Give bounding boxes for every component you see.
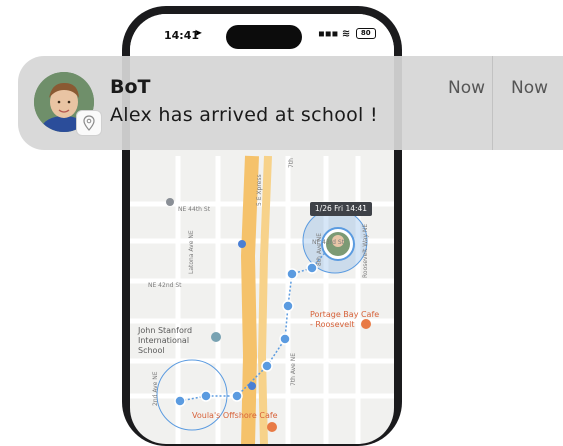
signal-icon: ▪▪▪ bbox=[318, 28, 339, 40]
poi-portage-bay-cafe[interactable]: Portage Bay Cafe - Roosevelt bbox=[310, 310, 382, 330]
push-notification[interactable]: BoT Alex has arrived at school ! Now Now bbox=[18, 56, 563, 150]
freeway-shield bbox=[248, 382, 256, 390]
poi-voulas-offshore-cafe[interactable]: Voula's Offshore Cafe bbox=[192, 411, 278, 421]
route-point bbox=[200, 390, 212, 402]
route-point bbox=[286, 268, 298, 280]
route-point bbox=[282, 300, 294, 312]
poi-john-stanford-school[interactable]: John Stanford International School bbox=[138, 326, 218, 356]
status-bar: 14:41 ➤ ▪▪▪ ≋ 80 bbox=[130, 14, 394, 56]
route-point bbox=[174, 395, 186, 407]
street-label: Latona Ave NE bbox=[188, 230, 195, 274]
freeway-shield bbox=[238, 240, 246, 248]
freeway-i5 bbox=[240, 155, 259, 444]
street-label: 7th Ave NE bbox=[290, 352, 297, 386]
street-label: NE 44th St bbox=[178, 206, 211, 213]
street-label: Roosevelt Way NE bbox=[362, 223, 369, 278]
route-point bbox=[279, 333, 291, 345]
dynamic-island bbox=[226, 25, 302, 49]
notification-time: Now bbox=[448, 78, 486, 98]
street-label: 5 E Xpress bbox=[256, 174, 263, 206]
wifi-icon: ≋ bbox=[341, 28, 351, 40]
street-label: 7th bbox=[288, 158, 295, 168]
location-pin-icon bbox=[83, 115, 95, 131]
app-badge bbox=[76, 110, 102, 136]
battery-icon: 80 bbox=[355, 28, 376, 39]
street-label: 2nd Ave NE bbox=[152, 371, 159, 406]
poi-pin-generic bbox=[166, 198, 174, 206]
location-time-tooltip: 1/26 Fri 14:41 bbox=[310, 202, 372, 216]
street-label: 8th Ave NE bbox=[316, 232, 323, 266]
location-arrow-icon: ➤ bbox=[194, 28, 203, 39]
notification-title: BoT bbox=[110, 76, 151, 98]
notification-message: Alex has arrived at school ! bbox=[110, 104, 378, 126]
route-point bbox=[261, 360, 273, 372]
notification-time-secondary: Now bbox=[511, 78, 549, 98]
notification-divider bbox=[492, 56, 493, 150]
status-icons: ▪▪▪ ≋ 80 bbox=[318, 28, 376, 40]
street-label: NE 42nd St bbox=[148, 282, 182, 289]
route-point bbox=[231, 390, 243, 402]
